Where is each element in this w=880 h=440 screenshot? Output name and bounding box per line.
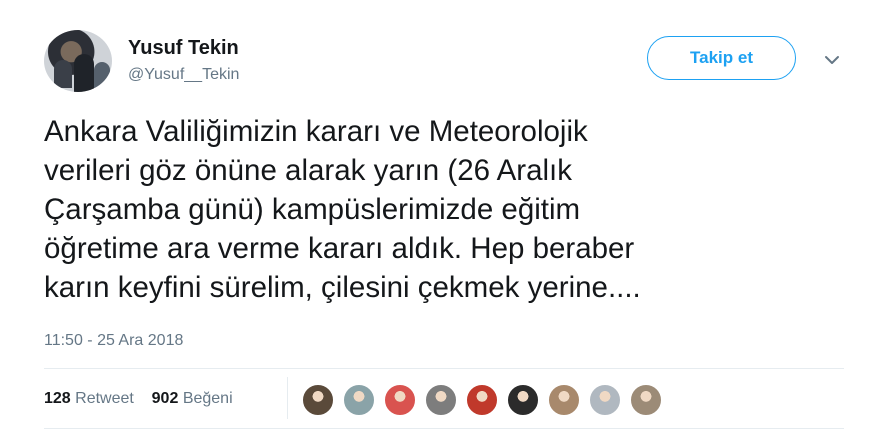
liker-avatar[interactable] [465, 383, 499, 417]
tweet-text-line: karın keyfini sürelim, çilesini çekmek y… [44, 271, 641, 304]
tweet-stats: 128 Retweet 902 Beğeni [44, 390, 233, 408]
liker-avatar[interactable] [342, 383, 376, 417]
liker-avatar[interactable] [547, 383, 581, 417]
like-stat[interactable]: 902 Beğeni [152, 390, 233, 407]
like-count: 902 [151, 390, 179, 407]
tweet-text: Ankara Valiliğimizin kararı ve Meteorolo… [44, 112, 844, 307]
tweet-timestamp[interactable]: 11:50 - 25 Ara 2018 [44, 332, 183, 350]
liker-avatar[interactable] [301, 383, 335, 417]
tweet-text-line: öğretime ara verme kararı aldık. Hep ber… [44, 232, 635, 265]
chevron-down-icon[interactable] [822, 50, 842, 70]
liker-avatar[interactable] [629, 383, 663, 417]
liker-avatar[interactable] [424, 383, 458, 417]
avatar-figure [54, 60, 72, 88]
tweet-text-line: verileri göz önüne alarak yarın (26 Aral… [44, 154, 572, 187]
divider [44, 368, 844, 369]
liker-avatar[interactable] [506, 383, 540, 417]
divider [287, 377, 288, 419]
divider [44, 428, 844, 429]
retweet-stat[interactable]: 128 Retweet [44, 390, 138, 407]
tweet-text-line: Çarşamba günü) kampüslerimizde eğitim [44, 193, 581, 226]
user-avatar[interactable] [44, 30, 112, 92]
retweet-count: 128 [44, 390, 71, 407]
avatar-figure [94, 62, 110, 88]
user-name[interactable]: Yusuf Tekin [128, 37, 239, 60]
follow-button[interactable]: Takip et [647, 36, 796, 80]
user-handle[interactable]: @Yusuf__Tekin [128, 66, 239, 84]
tweet-text-line: Ankara Valiliğimizin kararı ve Meteorolo… [44, 115, 588, 148]
avatar-figure [74, 54, 94, 92]
liker-avatar[interactable] [588, 383, 622, 417]
liker-avatar[interactable] [383, 383, 417, 417]
retweet-label: Retweet [75, 390, 134, 407]
like-label: Beğeni [182, 390, 233, 407]
